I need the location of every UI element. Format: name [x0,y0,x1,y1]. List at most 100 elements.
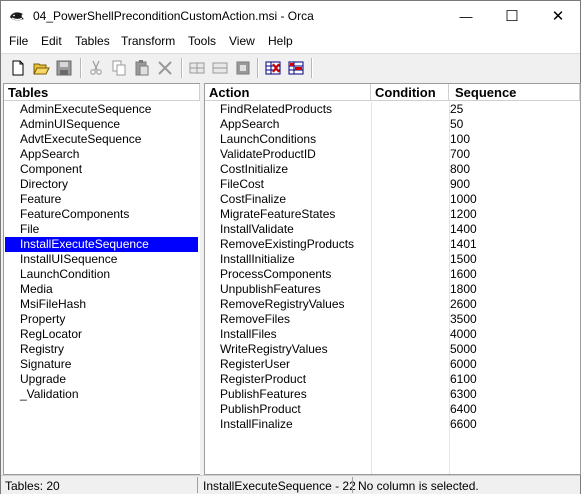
menu-edit[interactable]: Edit [41,34,62,48]
table-list-item[interactable]: AdvtExecuteSequence [5,132,198,147]
cell-condition[interactable] [375,222,447,237]
validate-icon[interactable] [264,59,282,77]
table-row[interactable]: CostInitialize 800 [205,162,580,177]
table-row[interactable]: WriteRegistryValues 5000 [205,342,580,357]
table-list-item[interactable]: LaunchCondition [5,267,198,282]
save-icon[interactable] [55,59,73,77]
cell-sequence[interactable]: 1400 [450,222,570,237]
table-list-item[interactable]: Registry [5,342,198,357]
column-header-sequence[interactable]: Sequence [449,84,580,101]
cell-action[interactable]: CostFinalize [220,192,370,207]
table-row[interactable]: PublishProduct 6400 [205,402,580,417]
minimize-button[interactable]: — [443,1,489,31]
table-icon[interactable] [287,59,305,77]
table-row[interactable]: InstallFinalize 6600 [205,417,580,432]
add-row-icon[interactable] [188,59,206,77]
cell-condition[interactable] [375,387,447,402]
title-bar[interactable]: 04_PowerShellPreconditionCustomAction.ms… [1,1,580,31]
table-list-item[interactable]: MsiFileHash [5,297,198,312]
table-list-item[interactable]: AdminUISequence [5,117,198,132]
open-icon[interactable] [32,59,50,77]
cell-sequence[interactable]: 1200 [450,207,570,222]
cell-condition[interactable] [375,297,447,312]
cell-sequence[interactable]: 700 [450,147,570,162]
menu-file[interactable]: File [9,34,28,48]
cell-sequence[interactable]: 100 [450,132,570,147]
table-row[interactable]: RemoveExistingProducts 1401 [205,237,580,252]
cell-sequence[interactable]: 6300 [450,387,570,402]
cell-action[interactable]: UnpublishFeatures [220,282,370,297]
table-list-item[interactable]: FeatureComponents [5,207,198,222]
cell-condition[interactable] [375,132,447,147]
cell-condition[interactable] [375,102,447,117]
cell-action[interactable]: InstallFiles [220,327,370,342]
cell-condition[interactable] [375,177,447,192]
cell-sequence[interactable]: 1600 [450,267,570,282]
table-list-item[interactable]: Feature [5,192,198,207]
cell-sequence[interactable]: 3500 [450,312,570,327]
cell-action[interactable]: RemoveExistingProducts [220,237,370,252]
table-row[interactable]: ProcessComponents 1600 [205,267,580,282]
cell-sequence[interactable]: 6000 [450,357,570,372]
cell-condition[interactable] [375,252,447,267]
table-list-item[interactable]: Upgrade [5,372,198,387]
table-row[interactable]: UnpublishFeatures 1800 [205,282,580,297]
cell-action[interactable]: RemoveRegistryValues [220,297,370,312]
cell-condition[interactable] [375,207,447,222]
table-list-item[interactable]: Property [5,312,198,327]
cell-sequence[interactable]: 1500 [450,252,570,267]
menu-tables[interactable]: Tables [75,34,110,48]
table-list-item[interactable]: _Validation [5,387,198,402]
cell-action[interactable]: CostInitialize [220,162,370,177]
cell-condition[interactable] [375,117,447,132]
cell-action[interactable]: InstallInitialize [220,252,370,267]
cell-sequence[interactable]: 6100 [450,372,570,387]
cell-action[interactable]: PublishFeatures [220,387,370,402]
maximize-button[interactable]: ☐ [489,1,535,31]
rows-pane[interactable]: Action Condition Sequence FindRelatedPro… [204,83,581,475]
cell-sequence[interactable]: 900 [450,177,570,192]
table-row[interactable]: RemoveRegistryValues 2600 [205,297,580,312]
table-row[interactable]: RegisterProduct 6100 [205,372,580,387]
cell-sequence[interactable]: 6600 [450,417,570,432]
table-list-item[interactable]: Component [5,162,198,177]
table-list-item[interactable]: InstallExecuteSequence [5,237,198,252]
cell-action[interactable]: WriteRegistryValues [220,342,370,357]
close-button[interactable]: ✕ [535,1,581,31]
menu-transform[interactable]: Transform [121,34,175,48]
menu-view[interactable]: View [229,34,255,48]
cell-action[interactable]: ProcessComponents [220,267,370,282]
cell-sequence[interactable]: 50 [450,117,570,132]
cell-sequence[interactable]: 25 [450,102,570,117]
cell-action[interactable]: FileCost [220,177,370,192]
paste-icon[interactable] [133,59,151,77]
cell-condition[interactable] [375,312,447,327]
cell-action[interactable]: InstallFinalize [220,417,370,432]
cell-sequence[interactable]: 1800 [450,282,570,297]
column-header-action[interactable]: Action [205,84,371,101]
cell-condition[interactable] [375,192,447,207]
table-list-item[interactable]: Signature [5,357,198,372]
cell-action[interactable]: LaunchConditions [220,132,370,147]
table-row[interactable]: AppSearch 50 [205,117,580,132]
table-row[interactable]: FindRelatedProducts 25 [205,102,580,117]
table-list-item[interactable]: AdminExecuteSequence [5,102,198,117]
table-row[interactable]: RegisterUser 6000 [205,357,580,372]
cell-action[interactable]: InstallValidate [220,222,370,237]
cell-condition[interactable] [375,372,447,387]
table-row[interactable]: PublishFeatures 6300 [205,387,580,402]
column-header-condition[interactable]: Condition [371,84,449,101]
cell-action[interactable]: AppSearch [220,117,370,132]
cell-condition[interactable] [375,237,447,252]
table-row[interactable]: InstallInitialize 1500 [205,252,580,267]
cell-action[interactable]: PublishProduct [220,402,370,417]
cell-action[interactable]: FindRelatedProducts [220,102,370,117]
cell-action[interactable]: ValidateProductID [220,147,370,162]
table-row[interactable]: LaunchConditions 100 [205,132,580,147]
cell-sequence[interactable]: 4000 [450,327,570,342]
table-row[interactable]: ValidateProductID 700 [205,147,580,162]
table-row[interactable]: MigrateFeatureStates 1200 [205,207,580,222]
cell-condition[interactable] [375,357,447,372]
cell-sequence[interactable]: 1000 [450,192,570,207]
cell-condition[interactable] [375,417,447,432]
